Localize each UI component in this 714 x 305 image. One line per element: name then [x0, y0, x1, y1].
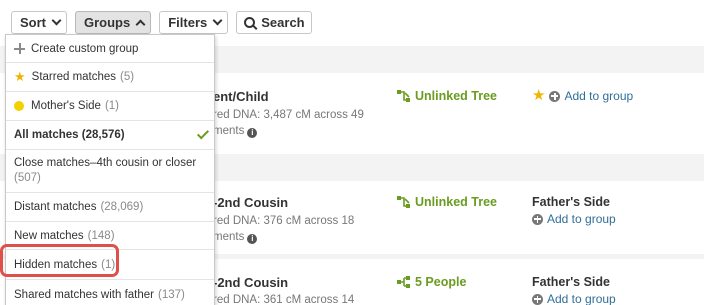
info-icon[interactable]: i — [247, 128, 258, 138]
add-to-group-link[interactable]: Add to group — [532, 212, 616, 226]
shared-dna-text: red DNA: 3,487 cM across 49 ments i — [213, 107, 364, 139]
tree-label: 5 People — [415, 275, 467, 289]
chevron-down-icon — [212, 15, 223, 26]
menu-item-create-custom-group[interactable]: Create custom group — [6, 35, 214, 63]
groups-label: Groups — [84, 15, 131, 30]
add-to-group-link[interactable]: Add to group — [532, 292, 616, 305]
toolbar: Sort Groups Filters Search — [11, 11, 312, 35]
sort-button[interactable]: Sort — [11, 11, 67, 34]
menu-item-distant-matches[interactable]: Distant matches (28,069) — [6, 193, 214, 222]
menu-item-count: (28,069) — [100, 201, 144, 213]
menu-item-label: Close matches–4th cousin or closer — [14, 157, 197, 169]
relationship-label: -2nd Cousin — [213, 195, 289, 210]
hidden-matches-highlight — [0, 244, 119, 277]
add-to-group-label: Add to group — [564, 89, 634, 103]
menu-item-count: (148) — [87, 229, 115, 242]
shared-dna-text: red DNA: 361 cM across 14 — [213, 292, 354, 305]
yellow-dot-icon — [14, 101, 24, 111]
menu-item-label: Starred matches — [31, 71, 117, 83]
filters-button[interactable]: Filters — [159, 11, 229, 34]
shared-dna-line: red DNA: 361 cM across 14 — [213, 294, 355, 305]
tree-icon — [397, 196, 410, 208]
relationship-label: -2nd Cousin — [213, 275, 289, 290]
side-label: Father's Side — [532, 195, 610, 209]
search-icon — [244, 17, 256, 28]
menu-item-label: New matches — [14, 229, 84, 242]
menu-item-count: (507) — [14, 172, 41, 184]
search-button[interactable]: Search — [236, 11, 312, 34]
menu-item-label: Distant matches — [14, 201, 97, 213]
shared-dna-line: red DNA: 376 cM across 18 — [213, 215, 355, 227]
menu-item-count: (5) — [120, 71, 135, 83]
menu-item-label: Shared matches with father — [14, 289, 154, 301]
tree-label: Unlinked Tree — [415, 195, 497, 209]
tree-status[interactable]: Unlinked Tree — [397, 195, 497, 209]
add-circle-icon — [549, 90, 561, 102]
menu-item-label: Mother's Side — [31, 100, 101, 112]
star-icon[interactable]: ★ — [532, 88, 545, 103]
tree-status[interactable]: Unlinked Tree — [397, 89, 497, 103]
chevron-down-icon — [51, 15, 62, 26]
relationship-label: ent/Child — [213, 89, 269, 104]
plus-icon — [14, 43, 25, 54]
tree-label: Unlinked Tree — [415, 89, 497, 103]
menu-item-count: (1) — [104, 100, 120, 112]
filters-label: Filters — [168, 15, 208, 30]
tree-status[interactable]: 5 People — [397, 275, 466, 289]
menu-item-label: Create custom group — [31, 42, 139, 55]
shared-dna-text: red DNA: 376 cM across 18 ments i — [213, 213, 354, 245]
info-icon[interactable]: i — [247, 234, 258, 244]
add-circle-icon — [532, 213, 543, 225]
sort-label: Sort — [20, 15, 46, 30]
checkmark-icon — [196, 127, 210, 140]
menu-item-starred-matches[interactable]: ★ Starred matches (5) — [6, 63, 214, 92]
shared-dna-line: red DNA: 3,487 cM across 49 — [213, 109, 364, 121]
menu-item-all-matches[interactable]: All matches (28,576) — [6, 121, 214, 150]
menu-item-shared-matches-father[interactable]: Shared matches with father (137) — [6, 280, 214, 305]
star-icon: ★ — [14, 69, 26, 84]
menu-item-count: (137) — [158, 289, 185, 301]
segments-link[interactable]: ments — [213, 231, 244, 243]
add-to-group-link[interactable]: ★ Add to group — [532, 88, 634, 103]
chevron-up-icon — [135, 19, 146, 29]
menu-item-label: All matches (28,576) — [14, 129, 125, 141]
groups-button[interactable]: Groups — [75, 11, 152, 34]
segments-link[interactable]: ments — [213, 125, 244, 137]
tree-icon — [397, 90, 410, 102]
people-tree-icon — [397, 276, 410, 288]
side-label: Father's Side — [532, 275, 610, 289]
menu-item-mothers-side[interactable]: Mother's Side (1) — [6, 92, 214, 121]
add-circle-icon — [532, 293, 543, 305]
search-label: Search — [261, 15, 305, 30]
add-to-group-label: Add to group — [547, 292, 616, 305]
menu-item-close-matches[interactable]: Close matches–4th cousin or closer (507) — [6, 150, 214, 193]
add-to-group-label: Add to group — [547, 212, 616, 226]
